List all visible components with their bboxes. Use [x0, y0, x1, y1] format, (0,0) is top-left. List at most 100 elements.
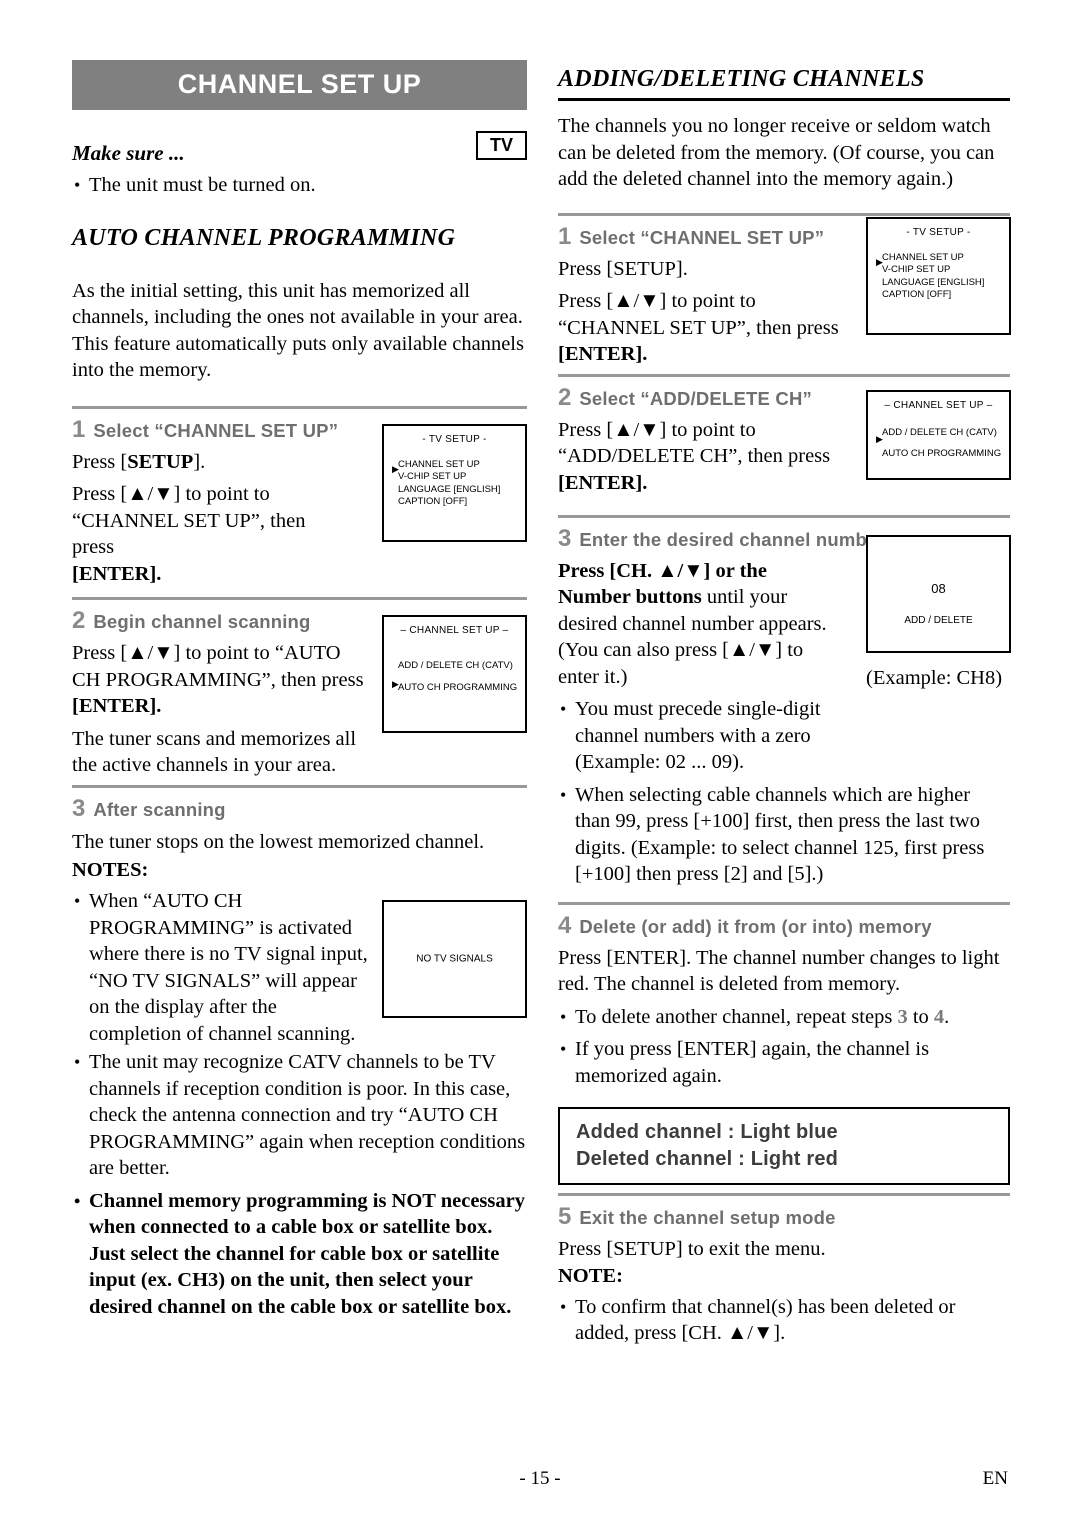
osd-title: - TV SETUP - [422, 433, 487, 445]
step-label: Exit the channel setup mode [579, 1207, 836, 1228]
notes-heading: NOTES: [72, 859, 149, 881]
step-number: 1 [558, 222, 572, 250]
step-label: Delete (or add) it from (or into) memory [579, 915, 932, 937]
right-step-1-line-2: Press [▲/▼] to point to “CHANNEL SET UP”… [558, 290, 839, 339]
osd-pointer-arrow: ▶ [392, 679, 399, 689]
divider [558, 212, 1010, 216]
step-1-header-right: 1 Select “CHANNEL SET UP” [558, 223, 848, 251]
divider [558, 901, 1010, 905]
divider [72, 597, 527, 600]
step-4-bullets: To delete another channel, repeat steps … [558, 1004, 1010, 1090]
list-item: To delete another channel, repeat steps … [558, 1004, 1010, 1031]
osd-message: NO TV SIGNALS [416, 953, 493, 965]
page-number: - 15 - [519, 1468, 561, 1489]
divider [72, 784, 527, 788]
notes-list-2: The unit may recognize CATV channels to … [72, 1049, 527, 1320]
osd-title: – CHANNEL SET UP – [400, 625, 509, 636]
list-item: You must precede single-digit channel nu… [558, 696, 843, 776]
step-1-line-2: Press [▲/▼] to point to “CHANNEL SET UP”… [72, 483, 306, 558]
osd-channel-number: 08 [931, 580, 946, 596]
step-number: 3 [72, 794, 86, 822]
step-label: Select “CHANNEL SET UP” [93, 419, 339, 441]
osd-row: ADD / DELETE CH (CATV) [398, 660, 513, 671]
step-label: Select “CHANNEL SET UP” [579, 226, 825, 248]
color-legend-box: Added channel : Light blue Deleted chann… [558, 1107, 1010, 1185]
list-item: Channel memory programming is NOT necess… [72, 1188, 527, 1321]
step-2-line-1: Press [▲/▼] to point to “AUTO CH PROGRAM… [72, 642, 364, 691]
right-step-3-line-1: Press [CH. ▲/▼] or the Number buttons un… [558, 558, 843, 691]
section-title-adding-deleting: ADDING/DELETING CHANNELS [558, 66, 1010, 101]
step-3-bullets-2: When selecting cable channels which are … [558, 782, 1010, 888]
bullet-text-b: to [907, 1005, 934, 1028]
tv-badge: TV [475, 130, 527, 160]
step-3-bullets: You must precede single-digit channel nu… [558, 696, 843, 776]
step-label: Begin channel scanning [93, 611, 311, 632]
make-sure-label: Make sure ... [72, 141, 185, 165]
step-2-header: 2 Begin channel scanning [72, 607, 372, 635]
bullet-text-c: . [944, 1005, 950, 1028]
language-code: EN [982, 1468, 1008, 1489]
list-item: The unit may recognize CATV channels to … [72, 1049, 527, 1182]
step-ref-4: 4 [933, 1005, 945, 1028]
step-2-line-3: The tuner scans and memorizes all the ac… [72, 727, 357, 777]
osd-pointer-arrow: ▶ [392, 463, 399, 474]
osd-pointer-arrow: ▶ [876, 256, 883, 267]
legend-added: Added channel : Light blue [576, 1121, 838, 1143]
osd-row: LANGUAGE [ENGLISH] [398, 483, 501, 495]
notes-list-1: When “AUTO CH PROGRAMMING” is activated … [72, 888, 372, 1047]
left-column: CHANNEL SET UP Make sure ... TV The unit… [72, 60, 527, 1320]
osd-row: CAPTION [OFF] [398, 496, 468, 507]
step-number: 3 [558, 524, 572, 552]
osd-mode-label: ADD / DELETE [904, 614, 973, 626]
osd-channel-setup-right: – CHANNEL SET UP – ▶ ADD / DELETE CH (CA… [866, 389, 1011, 480]
list-item: When selecting cable channels which are … [558, 782, 1010, 888]
step-number: 2 [72, 607, 86, 634]
step-label: Select “ADD/DELETE CH” [579, 387, 812, 409]
list-item: The unit must be turned on. [72, 172, 527, 199]
osd-row: AUTO CH PROGRAMMING [882, 448, 1002, 459]
bullet-text-a: To delete another channel, repeat steps [575, 1005, 898, 1028]
osd-channel-setup-left: – CHANNEL SET UP – ▶ ADD / DELETE CH (CA… [382, 615, 527, 733]
make-sure-list: The unit must be turned on. [72, 172, 527, 199]
list-item: If you press [ENTER] again, the channel … [558, 1036, 1010, 1089]
osd-row: AUTO CH PROGRAMMING [398, 681, 518, 693]
osd-row: CHANNEL SET UP [882, 251, 964, 263]
divider [72, 405, 527, 409]
osd-row: V-CHIP SET UP [398, 471, 467, 482]
step-5-header: 5 Exit the channel setup mode [558, 1203, 1010, 1231]
step-label: After scanning [93, 798, 226, 820]
step-label: Enter the desired channel number [579, 528, 885, 550]
key-enter: [ENTER]. [72, 695, 162, 717]
key-enter: [ENTER]. [72, 562, 162, 585]
step-number: 5 [558, 1203, 572, 1230]
key-enter: [ENTER]. [558, 343, 648, 365]
list-item: To confirm that channel(s) has been dele… [558, 1294, 1010, 1347]
divider [558, 1193, 1010, 1196]
step-number: 2 [558, 383, 572, 411]
osd-add-delete: 08 ADD / DELETE [866, 534, 1011, 653]
step-number: 4 [558, 911, 572, 939]
osd-row: CHANNEL SET UP [398, 458, 480, 470]
step-1-line-3: [ENTER]. [72, 561, 340, 588]
step-5-bullets: To confirm that channel(s) has been dele… [558, 1294, 1010, 1347]
adding-deleting-intro: The channels you no longer receive or se… [558, 115, 995, 190]
legend-deleted: Deleted channel : Light red [576, 1148, 839, 1170]
right-step-2-line-2: [ENTER]. [558, 470, 853, 497]
step-ref-3: 3 [897, 1005, 908, 1028]
osd-row: CAPTION [OFF] [882, 289, 952, 300]
key-setup: SETUP [127, 450, 194, 473]
right-step-1-line-1: Press [SETUP]. [558, 257, 688, 280]
key-enter: [ENTER]. [558, 471, 648, 494]
divider [558, 373, 1010, 377]
osd-pointer-arrow: ▶ [876, 433, 883, 444]
step-4-line-1: Press [ENTER]. The channel number change… [558, 946, 1000, 996]
step-3-line-1: The tuner stops on the lowest memorized … [72, 830, 485, 853]
step-1-header: 1 Select “CHANNEL SET UP” [72, 416, 340, 444]
list-item: When “AUTO CH PROGRAMMING” is activated … [72, 888, 372, 1047]
right-column: ADDING/DELETING CHANNELS The channels yo… [558, 60, 1011, 1347]
osd-row: ADD / DELETE CH (CATV) [882, 426, 997, 438]
example-caption: (Example: CH8) [866, 666, 1003, 689]
step-number: 1 [72, 415, 86, 443]
osd-tv-setup-left: - TV SETUP - ▶ CHANNEL SET UP V-CHIP SET… [382, 423, 527, 542]
note-heading: NOTE: [558, 1264, 623, 1287]
